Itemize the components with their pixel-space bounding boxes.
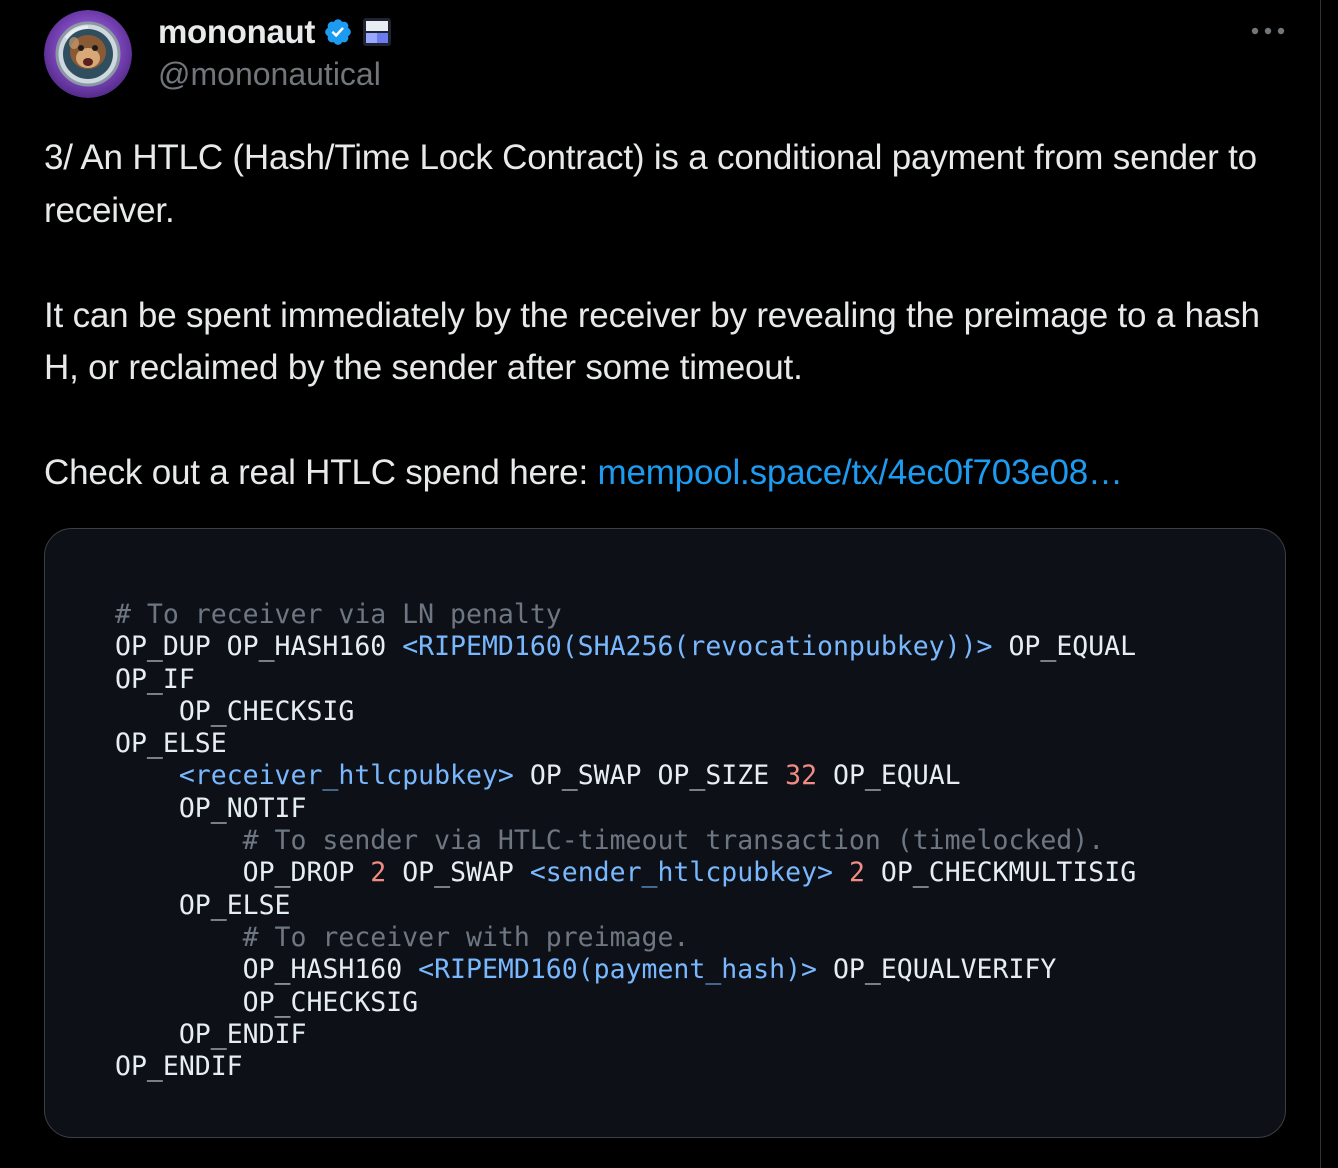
mempool-tx-link[interactable]: mempool.space/tx/4ec0f703e08… bbox=[598, 453, 1124, 492]
more-options-button[interactable] bbox=[1248, 16, 1288, 46]
code-token-var: <sender_htlcpubkey> bbox=[529, 857, 833, 889]
code-token-var: <RIPEMD160(payment_hash)> bbox=[418, 954, 817, 986]
code-token-op: OP_ENDIF bbox=[115, 1051, 243, 1083]
code-token-op: OP_IF bbox=[115, 663, 195, 695]
code-token-op: OP_ELSE bbox=[178, 889, 291, 921]
code-line: OP_IF bbox=[115, 664, 1136, 696]
author-block: mononaut @mononautical bbox=[158, 10, 393, 98]
code-token-op: OP_CHECKMULTISIG bbox=[864, 857, 1137, 889]
code-token-var: <receiver_htlcpubkey> bbox=[178, 760, 514, 792]
code-token-op: OP_NOTIF bbox=[178, 792, 307, 824]
code-token-op: OP_CHECKSIG bbox=[242, 986, 419, 1018]
code-line: OP_HASH160 <RIPEMD160(payment_hash)> OP_… bbox=[115, 954, 1136, 986]
verified-badge-icon[interactable] bbox=[323, 17, 353, 47]
author-avatar[interactable] bbox=[44, 10, 132, 98]
tweet-paragraph-1: 3/ An HTLC (Hash/Time Lock Contract) is … bbox=[44, 138, 1257, 230]
code-line: OP_NOTIF bbox=[115, 793, 1136, 825]
code-token-num: 2 bbox=[848, 857, 865, 889]
code-token-op: OP_DROP bbox=[242, 857, 371, 889]
code-line: OP_CHECKSIG bbox=[115, 696, 1136, 728]
more-dots-icon bbox=[1251, 27, 1285, 35]
code-line: OP_CHECKSIG bbox=[115, 987, 1136, 1019]
affiliate-badge-icon[interactable] bbox=[361, 16, 393, 48]
code-line: <receiver_htlcpubkey> OP_SWAP OP_SIZE 32… bbox=[115, 760, 1136, 792]
timeline-border bbox=[1320, 0, 1321, 1168]
code-line: # To receiver with preimage. bbox=[115, 922, 1136, 954]
code-token-op: OP_SWAP OP_SIZE bbox=[513, 760, 786, 792]
code-token-var: <RIPEMD160(SHA256(revocationpubkey))> bbox=[402, 631, 993, 663]
author-handle[interactable]: @mononautical bbox=[158, 56, 393, 93]
code-token-op: OP_ELSE bbox=[115, 728, 227, 760]
code-line: OP_ENDIF bbox=[115, 1019, 1136, 1051]
code-line: OP_ELSE bbox=[115, 728, 1136, 760]
author-name-row: mononaut bbox=[158, 10, 393, 54]
code-line: OP_ELSE bbox=[115, 890, 1136, 922]
code-token-op: OP_HASH160 bbox=[242, 954, 419, 986]
tweet-paragraph-3-text: Check out a real HTLC spend here: bbox=[44, 453, 598, 492]
code-token-op: OP_SWAP bbox=[386, 857, 530, 889]
author-display-name[interactable]: mononaut bbox=[158, 13, 315, 51]
code-token-op: OP_EQUALVERIFY bbox=[817, 954, 1057, 986]
code-token-comment: # To sender via HTLC-timeout transaction… bbox=[242, 825, 1105, 857]
code-image-card[interactable]: # To receiver via LN penalty OP_DUP OP_HA… bbox=[44, 528, 1286, 1138]
code-token-comment: # To receiver with preimage. bbox=[242, 921, 690, 953]
code-token-op: OP_ENDIF bbox=[178, 1018, 307, 1050]
code-token-op bbox=[833, 857, 849, 888]
code-line: # To receiver via LN penalty bbox=[115, 599, 1136, 631]
code-line: OP_DUP OP_HASH160 <RIPEMD160(SHA256(revo… bbox=[115, 631, 1136, 663]
code-block: # To receiver via LN penalty OP_DUP OP_HA… bbox=[115, 599, 1136, 1083]
code-line: OP_DROP 2 OP_SWAP <sender_htlcpubkey> 2 … bbox=[115, 857, 1137, 889]
astronaut-monkey-avatar-icon bbox=[44, 10, 132, 98]
code-token-op: OP_CHECKSIG bbox=[178, 695, 355, 727]
code-token-op: OP_DUP OP_HASH160 bbox=[115, 631, 403, 663]
code-token-num: 2 bbox=[370, 857, 387, 889]
code-token-num: 32 bbox=[785, 760, 818, 792]
code-token-comment: # To receiver via LN penalty bbox=[115, 599, 562, 630]
code-token-op: OP_EQUAL bbox=[817, 760, 961, 792]
code-line: OP_ENDIF bbox=[115, 1051, 1136, 1083]
tweet-paragraph-2: It can be spent immediately by the recei… bbox=[44, 295, 1260, 388]
code-token-op: OP_EQUAL bbox=[992, 631, 1137, 663]
tweet-text: 3/ An HTLC (Hash/Time Lock Contract) is … bbox=[44, 132, 1294, 500]
code-line: # To sender via HTLC-timeout transaction… bbox=[115, 825, 1136, 857]
tweet-paragraph-3: Check out a real HTLC spend here: mempoo… bbox=[44, 447, 1294, 500]
